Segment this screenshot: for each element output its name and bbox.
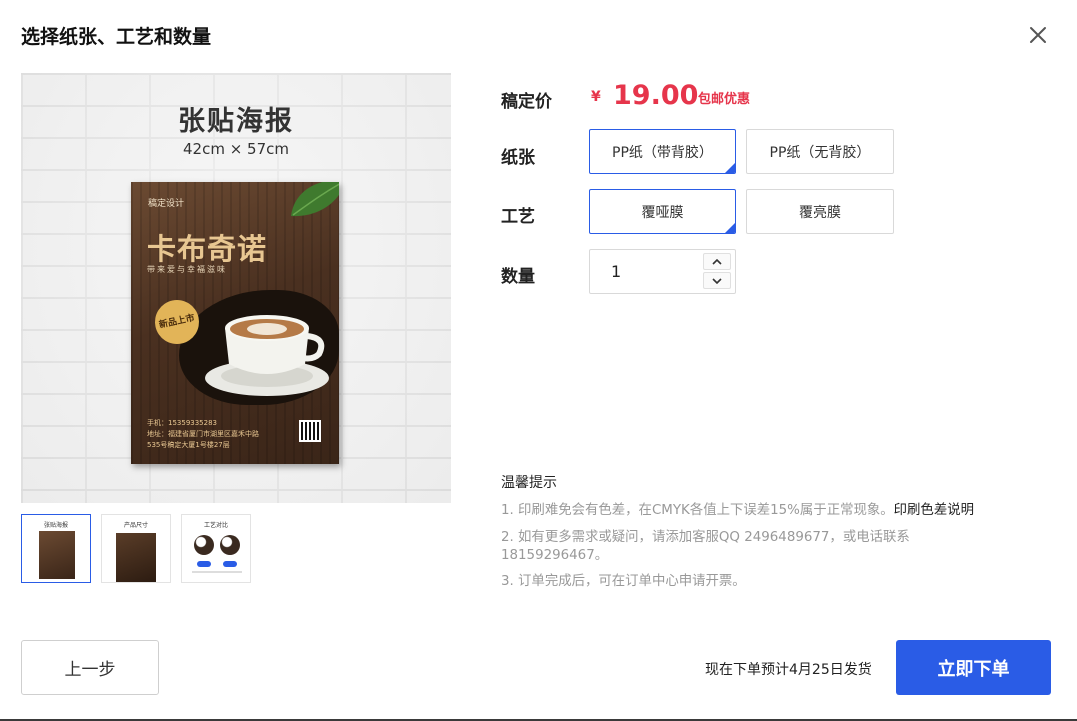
order-options-dialog: 选择纸张、工艺和数量 张贴海报 42cm × 57cm 稿定设计 卡布奇诺 带来…	[0, 0, 1077, 721]
poster-slogan: 带来爱与幸福滋味	[147, 265, 227, 274]
coffee-cup-icon	[205, 315, 329, 396]
craft-option-gloss[interactable]: 覆亮膜	[746, 189, 894, 234]
poster-title: 卡布奇诺	[147, 232, 268, 266]
product-preview-image: 张贴海报 42cm × 57cm 稿定设计 卡布奇诺 带来爱与幸福滋味 新品上市	[21, 73, 451, 503]
price-label: 稿定价	[501, 92, 552, 112]
quantity-decrement-button[interactable]	[703, 272, 731, 289]
tip-item-3: 3. 订单完成后，可在订单中心申请开票。	[501, 574, 746, 589]
place-order-button[interactable]: 立即下单	[896, 640, 1051, 695]
thumbnail-poster[interactable]: 张贴海报	[21, 514, 91, 583]
leaf-icon	[291, 182, 339, 217]
price-note: 包邮优惠	[698, 92, 751, 107]
tip-item-1: 1. 印刷难免会有色差，在CMYK各值上下误差15%属于正常现象。印刷色差说明	[501, 503, 974, 518]
preview-size: 42cm × 57cm	[183, 140, 289, 158]
tips-title: 温馨提示	[501, 475, 557, 491]
tip-item-2: 2. 如有更多需求或疑问，请添加客服QQ 2496489677，或电话联系 18…	[501, 530, 910, 563]
color-difference-link[interactable]: 印刷色差说明	[894, 503, 974, 518]
previous-step-button[interactable]: 上一步	[21, 640, 159, 695]
close-icon[interactable]	[1027, 24, 1049, 46]
paper-option-adhesive[interactable]: PP纸（带背胶）	[589, 129, 736, 174]
poster-mockup: 稿定设计 卡布奇诺 带来爱与幸福滋味 新品上市 手机：15359335283 地…	[131, 182, 339, 464]
price-currency: ¥	[591, 89, 601, 105]
quantity-increment-button[interactable]	[703, 253, 731, 270]
shipping-estimate: 现在下单预计4月25日发货	[705, 662, 872, 678]
craft-option-matte[interactable]: 覆哑膜	[589, 189, 736, 234]
quantity-stepper	[589, 249, 736, 294]
quantity-label: 数量	[501, 267, 535, 287]
thumbnail-craft[interactable]: 工艺对比	[181, 514, 251, 583]
paper-option-no-adhesive[interactable]: PP纸（无背胶）	[746, 129, 894, 174]
poster-contact: 手机：15359335283 地址：福建省厦门市湖里区嘉禾中路 535号稿定大厦…	[147, 419, 259, 449]
price-value: 19.00	[613, 80, 699, 111]
qr-code-icon	[299, 420, 321, 442]
thumbnail-size[interactable]: 产品尺寸	[101, 514, 171, 583]
dialog-title: 选择纸张、工艺和数量	[21, 26, 212, 48]
preview-heading: 张贴海报	[178, 106, 294, 137]
poster-brand: 稿定设计	[148, 199, 185, 209]
craft-label: 工艺	[501, 207, 535, 227]
paper-label: 纸张	[501, 148, 535, 168]
quantity-input[interactable]	[591, 251, 699, 292]
